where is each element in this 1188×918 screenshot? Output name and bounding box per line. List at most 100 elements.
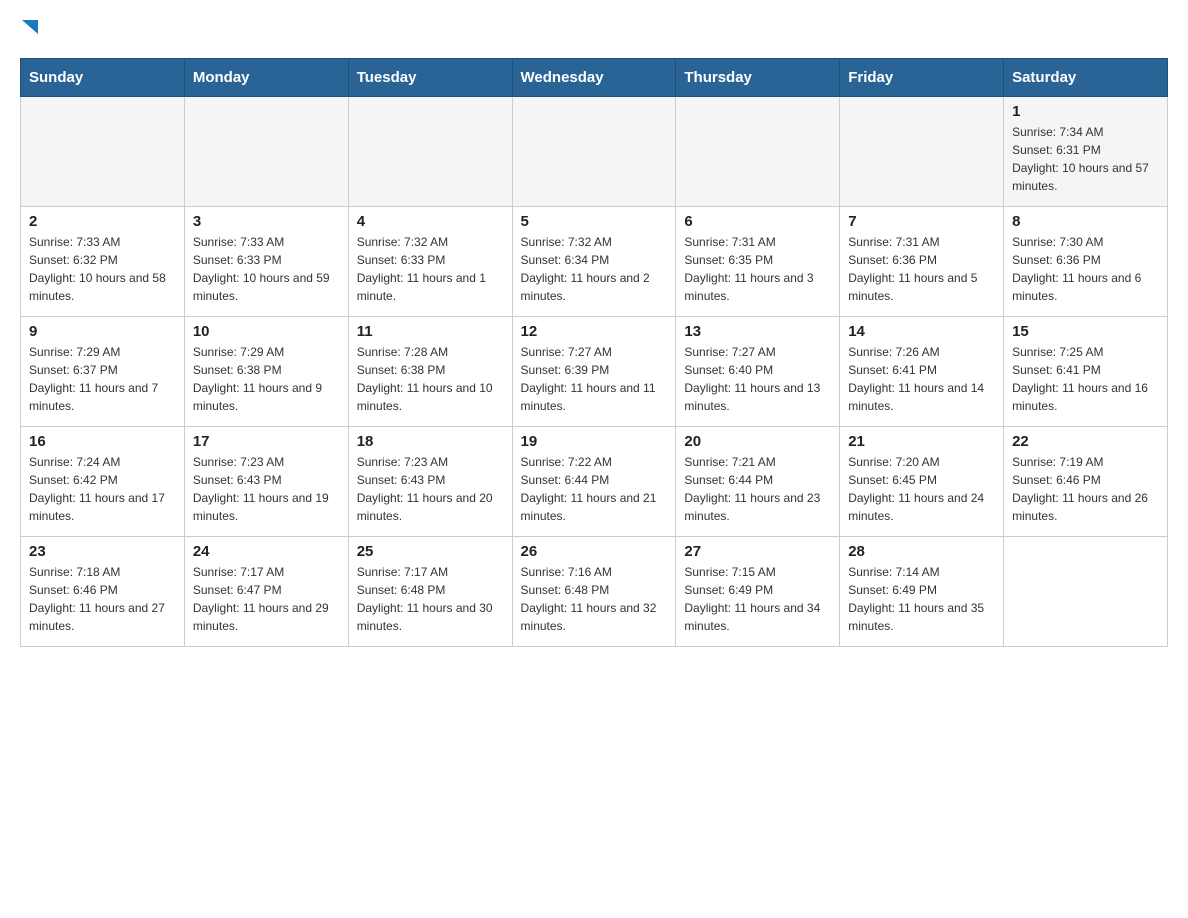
- calendar-week-row: 16 Sunrise: 7:24 AMSunset: 6:42 PMDayligh…: [21, 427, 1168, 537]
- calendar-table: Sunday Monday Tuesday Wednesday Thursday…: [20, 58, 1168, 647]
- day-number: 28: [848, 543, 995, 560]
- day-number: 27: [684, 543, 831, 560]
- day-info: Sunrise: 7:17 AMSunset: 6:48 PMDaylight:…: [357, 563, 504, 635]
- day-number: 11: [357, 323, 504, 340]
- calendar-cell: 26 Sunrise: 7:16 AMSunset: 6:48 PMDayligh…: [512, 537, 676, 647]
- day-info: Sunrise: 7:29 AMSunset: 6:38 PMDaylight:…: [193, 343, 340, 415]
- day-info: Sunrise: 7:23 AMSunset: 6:43 PMDaylight:…: [193, 453, 340, 525]
- calendar-cell: 16 Sunrise: 7:24 AMSunset: 6:42 PMDayligh…: [21, 427, 185, 537]
- calendar-cell: 12 Sunrise: 7:27 AMSunset: 6:39 PMDayligh…: [512, 317, 676, 427]
- day-number: 25: [357, 543, 504, 560]
- header-saturday: Saturday: [1004, 59, 1168, 97]
- day-info: Sunrise: 7:16 AMSunset: 6:48 PMDaylight:…: [521, 563, 668, 635]
- day-info: Sunrise: 7:17 AMSunset: 6:47 PMDaylight:…: [193, 563, 340, 635]
- weekday-header-row: Sunday Monday Tuesday Wednesday Thursday…: [21, 59, 1168, 97]
- calendar-cell: [21, 97, 185, 207]
- day-info: Sunrise: 7:25 AMSunset: 6:41 PMDaylight:…: [1012, 343, 1159, 415]
- calendar-cell: [348, 97, 512, 207]
- day-number: 5: [521, 213, 668, 230]
- day-number: 18: [357, 433, 504, 450]
- calendar-week-row: 1 Sunrise: 7:34 AMSunset: 6:31 PMDaylight…: [21, 97, 1168, 207]
- day-number: 8: [1012, 213, 1159, 230]
- day-info: Sunrise: 7:22 AMSunset: 6:44 PMDaylight:…: [521, 453, 668, 525]
- calendar-cell: [676, 97, 840, 207]
- day-info: Sunrise: 7:28 AMSunset: 6:38 PMDaylight:…: [357, 343, 504, 415]
- calendar-cell: 10Sunrise: 7:29 AMSunset: 6:38 PMDayligh…: [184, 317, 348, 427]
- day-number: 19: [521, 433, 668, 450]
- logo: [20, 20, 44, 38]
- calendar-cell: 1 Sunrise: 7:34 AMSunset: 6:31 PMDaylight…: [1004, 97, 1168, 207]
- calendar-cell: 7 Sunrise: 7:31 AMSunset: 6:36 PMDaylight…: [840, 207, 1004, 317]
- day-info: Sunrise: 7:34 AMSunset: 6:31 PMDaylight:…: [1012, 123, 1159, 195]
- day-info: Sunrise: 7:33 AMSunset: 6:32 PMDaylight:…: [29, 233, 176, 305]
- calendar-cell: 15 Sunrise: 7:25 AMSunset: 6:41 PMDayligh…: [1004, 317, 1168, 427]
- day-info: Sunrise: 7:32 AMSunset: 6:33 PMDaylight:…: [357, 233, 504, 305]
- day-info: Sunrise: 7:19 AMSunset: 6:46 PMDaylight:…: [1012, 453, 1159, 525]
- day-info: Sunrise: 7:21 AMSunset: 6:44 PMDaylight:…: [684, 453, 831, 525]
- day-number: 7: [848, 213, 995, 230]
- calendar-week-row: 9 Sunrise: 7:29 AMSunset: 6:37 PMDaylight…: [21, 317, 1168, 427]
- day-number: 13: [684, 323, 831, 340]
- calendar-cell: 2 Sunrise: 7:33 AMSunset: 6:32 PMDaylight…: [21, 207, 185, 317]
- day-number: 6: [684, 213, 831, 230]
- day-number: 17: [193, 433, 340, 450]
- header-wednesday: Wednesday: [512, 59, 676, 97]
- day-number: 16: [29, 433, 176, 450]
- calendar-body: 1 Sunrise: 7:34 AMSunset: 6:31 PMDaylight…: [21, 97, 1168, 647]
- calendar-cell: 6 Sunrise: 7:31 AMSunset: 6:35 PMDaylight…: [676, 207, 840, 317]
- day-info: Sunrise: 7:20 AMSunset: 6:45 PMDaylight:…: [848, 453, 995, 525]
- day-info: Sunrise: 7:29 AMSunset: 6:37 PMDaylight:…: [29, 343, 176, 415]
- calendar-cell: 24 Sunrise: 7:17 AMSunset: 6:47 PMDayligh…: [184, 537, 348, 647]
- calendar-cell: 28 Sunrise: 7:14 AMSunset: 6:49 PMDayligh…: [840, 537, 1004, 647]
- day-info: Sunrise: 7:33 AMSunset: 6:33 PMDaylight:…: [193, 233, 340, 305]
- day-info: Sunrise: 7:18 AMSunset: 6:46 PMDaylight:…: [29, 563, 176, 635]
- day-info: Sunrise: 7:31 AMSunset: 6:36 PMDaylight:…: [848, 233, 995, 305]
- calendar-cell: 13 Sunrise: 7:27 AMSunset: 6:40 PMDayligh…: [676, 317, 840, 427]
- calendar-cell: 3 Sunrise: 7:33 AMSunset: 6:33 PMDaylight…: [184, 207, 348, 317]
- calendar-cell: 23Sunrise: 7:18 AMSunset: 6:46 PMDayligh…: [21, 537, 185, 647]
- calendar-cell: 21Sunrise: 7:20 AMSunset: 6:45 PMDayligh…: [840, 427, 1004, 537]
- day-number: 24: [193, 543, 340, 560]
- calendar-cell: 27 Sunrise: 7:15 AMSunset: 6:49 PMDayligh…: [676, 537, 840, 647]
- calendar-cell: [184, 97, 348, 207]
- header-thursday: Thursday: [676, 59, 840, 97]
- calendar-cell: 25 Sunrise: 7:17 AMSunset: 6:48 PMDayligh…: [348, 537, 512, 647]
- calendar-cell: [512, 97, 676, 207]
- calendar-cell: 14Sunrise: 7:26 AMSunset: 6:41 PMDayligh…: [840, 317, 1004, 427]
- calendar-cell: [1004, 537, 1168, 647]
- calendar-cell: [840, 97, 1004, 207]
- calendar-cell: 17 Sunrise: 7:23 AMSunset: 6:43 PMDayligh…: [184, 427, 348, 537]
- day-number: 2: [29, 213, 176, 230]
- day-number: 1: [1012, 103, 1159, 120]
- calendar-week-row: 23Sunrise: 7:18 AMSunset: 6:46 PMDayligh…: [21, 537, 1168, 647]
- day-number: 26: [521, 543, 668, 560]
- day-number: 22: [1012, 433, 1159, 450]
- calendar-cell: 4 Sunrise: 7:32 AMSunset: 6:33 PMDaylight…: [348, 207, 512, 317]
- day-info: Sunrise: 7:27 AMSunset: 6:40 PMDaylight:…: [684, 343, 831, 415]
- calendar-cell: 19 Sunrise: 7:22 AMSunset: 6:44 PMDayligh…: [512, 427, 676, 537]
- calendar-week-row: 2 Sunrise: 7:33 AMSunset: 6:32 PMDaylight…: [21, 207, 1168, 317]
- header-sunday: Sunday: [21, 59, 185, 97]
- day-info: Sunrise: 7:32 AMSunset: 6:34 PMDaylight:…: [521, 233, 668, 305]
- day-number: 9: [29, 323, 176, 340]
- day-number: 3: [193, 213, 340, 230]
- logo-triangle-icon: [22, 16, 44, 38]
- header-friday: Friday: [840, 59, 1004, 97]
- day-info: Sunrise: 7:27 AMSunset: 6:39 PMDaylight:…: [521, 343, 668, 415]
- header-monday: Monday: [184, 59, 348, 97]
- day-number: 14: [848, 323, 995, 340]
- day-info: Sunrise: 7:24 AMSunset: 6:42 PMDaylight:…: [29, 453, 176, 525]
- day-info: Sunrise: 7:14 AMSunset: 6:49 PMDaylight:…: [848, 563, 995, 635]
- day-number: 20: [684, 433, 831, 450]
- calendar-cell: 11 Sunrise: 7:28 AMSunset: 6:38 PMDayligh…: [348, 317, 512, 427]
- day-number: 12: [521, 323, 668, 340]
- day-number: 4: [357, 213, 504, 230]
- calendar-cell: 22 Sunrise: 7:19 AMSunset: 6:46 PMDayligh…: [1004, 427, 1168, 537]
- day-info: Sunrise: 7:31 AMSunset: 6:35 PMDaylight:…: [684, 233, 831, 305]
- day-number: 15: [1012, 323, 1159, 340]
- calendar-cell: 8Sunrise: 7:30 AMSunset: 6:36 PMDaylight…: [1004, 207, 1168, 317]
- calendar-cell: 9 Sunrise: 7:29 AMSunset: 6:37 PMDaylight…: [21, 317, 185, 427]
- calendar-cell: 5 Sunrise: 7:32 AMSunset: 6:34 PMDaylight…: [512, 207, 676, 317]
- calendar-cell: 18Sunrise: 7:23 AMSunset: 6:43 PMDayligh…: [348, 427, 512, 537]
- day-info: Sunrise: 7:15 AMSunset: 6:49 PMDaylight:…: [684, 563, 831, 635]
